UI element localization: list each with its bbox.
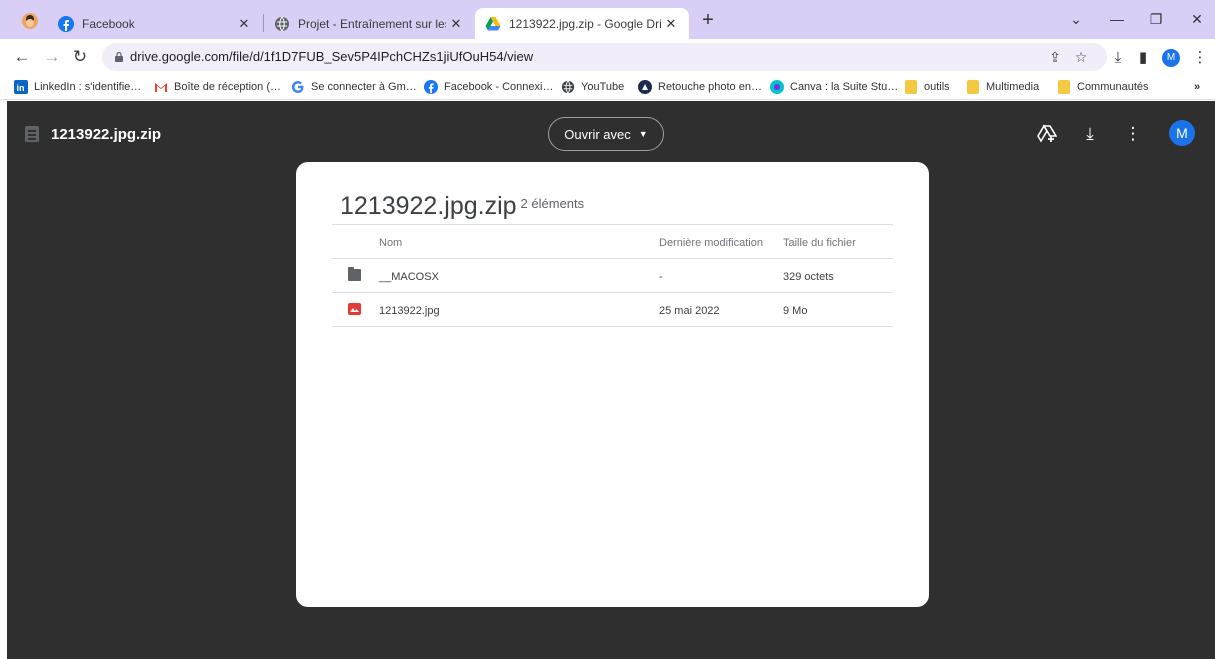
forward-arrow-icon[interactable]: →	[42, 47, 62, 67]
bookmark-label: LinkedIn : s'identifie…	[34, 81, 142, 93]
linkedin-icon: in	[14, 80, 28, 94]
add-to-drive-icon[interactable]	[1036, 123, 1058, 145]
profile-avatar[interactable]: M	[1162, 49, 1180, 67]
bookmark-folder-multimedia[interactable]: Multimedia	[966, 79, 1039, 95]
open-with-button[interactable]: Ouvrir avec ▼	[548, 117, 664, 151]
share-icon[interactable]: ⇪	[1046, 48, 1064, 66]
file-size: 329 octets	[783, 271, 834, 283]
drive-viewer: 1213922.jpg.zip Ouvrir avec ▼ ⤓ ⋮ M 1213…	[7, 101, 1215, 659]
tab-strip: Facebook ✕ Projet - Entraînement sur les…	[0, 0, 1215, 39]
archive-preview-card: 1213922.jpg.zip 2 éléments Nom Dernière m…	[296, 162, 929, 607]
archive-file-icon	[25, 126, 39, 142]
column-header-name: Nom	[379, 237, 403, 249]
svg-text:in: in	[17, 83, 25, 93]
tab-title: Facebook	[82, 16, 135, 31]
folder-icon	[1057, 80, 1071, 94]
downloads-icon[interactable]: ⤓	[1108, 48, 1128, 68]
browser-toolbar: ← → ↻ drive.google.com/file/d/1f1D7FUB_S…	[0, 39, 1215, 74]
tab-title: 1213922.jpg.zip - Google Drive	[509, 16, 661, 31]
globe-icon	[274, 16, 290, 32]
user-avatar[interactable]: M	[1169, 120, 1195, 146]
profile-avatar-icon[interactable]	[20, 11, 40, 31]
bookmark-photo-editor[interactable]: Retouche photo en…	[638, 79, 762, 95]
lock-icon	[115, 52, 123, 62]
bookmark-gmail[interactable]: Boîte de réception (…	[154, 79, 281, 95]
globe-icon	[561, 80, 575, 94]
bookmark-canva[interactable]: Canva : la Suite Stu…	[770, 79, 898, 95]
file-modified: -	[659, 271, 663, 283]
folder-icon	[904, 80, 918, 94]
image-file-icon	[348, 303, 361, 315]
table-row[interactable]: 1213922.jpg 25 mai 2022 9 Mo	[332, 293, 893, 327]
archive-title: 1213922.jpg.zip	[340, 192, 517, 220]
file-size: 9 Mo	[783, 305, 808, 317]
bookmark-facebook[interactable]: Facebook - Connexi…	[424, 79, 553, 95]
folder-icon	[966, 80, 980, 94]
archive-title-line: 1213922.jpg.zip 2 éléments	[340, 192, 584, 221]
gmail-icon	[154, 80, 168, 94]
file-modified: 25 mai 2022	[659, 305, 720, 317]
close-tab-icon[interactable]: ✕	[661, 16, 681, 32]
bookmark-folder-outils[interactable]: outils	[904, 79, 950, 95]
file-name: 1213922.jpg	[379, 305, 440, 317]
close-tab-icon[interactable]: ✕	[446, 16, 466, 32]
file-title: 1213922.jpg.zip	[51, 126, 162, 143]
bookmark-label: Boîte de réception (…	[174, 81, 282, 93]
side-panel-icon[interactable]: ▮	[1133, 48, 1153, 68]
tab-projet[interactable]: Projet - Entraînement sur les bas… ✕	[264, 8, 474, 39]
folder-icon	[348, 267, 361, 281]
bookmark-label: Facebook - Connexi…	[444, 81, 554, 93]
table-row[interactable]: __MACOSX - 329 octets	[332, 259, 893, 293]
archive-item-count: 2 éléments	[520, 196, 585, 211]
google-icon	[291, 80, 305, 94]
file-name: __MACOSX	[379, 271, 439, 283]
address-bar[interactable]: drive.google.com/file/d/1f1D7FUB_Sev5P4I…	[102, 43, 1107, 71]
column-header-size: Taille du fichier	[783, 237, 856, 249]
bookmark-label: Se connecter à Gm…	[311, 81, 417, 93]
bookmark-youtube[interactable]: YouTube	[561, 79, 624, 95]
bookmark-label: Multimedia	[986, 81, 1040, 93]
canva-icon	[770, 80, 784, 94]
bookmark-label: Communautés	[1077, 81, 1149, 93]
bookmark-linkedin[interactable]: in LinkedIn : s'identifie…	[14, 79, 141, 95]
caret-down-icon: ▼	[638, 129, 648, 139]
bookmark-label: YouTube	[581, 81, 625, 93]
photo-editor-icon	[638, 80, 652, 94]
menu-kebab-icon[interactable]: ⋮	[1190, 48, 1210, 68]
bookmark-star-icon[interactable]: ☆	[1072, 48, 1090, 66]
tab-title: Projet - Entraînement sur les bas…	[298, 16, 446, 31]
bookmarks-bar: in LinkedIn : s'identifie… Boîte de réce…	[0, 74, 1215, 100]
tab-google-drive[interactable]: 1213922.jpg.zip - Google Drive ✕	[475, 8, 689, 39]
table-header: Nom Dernière modification Taille du fich…	[332, 224, 893, 259]
close-tab-icon[interactable]: ✕	[234, 16, 254, 32]
more-actions-icon[interactable]: ⋮	[1122, 123, 1144, 145]
tab-search-icon[interactable]: ⌄	[1062, 8, 1090, 30]
more-bookmarks-icon[interactable]: »	[1194, 79, 1200, 95]
back-arrow-icon[interactable]: ←	[12, 47, 32, 67]
archive-table: Nom Dernière modification Taille du fich…	[332, 224, 893, 327]
column-header-modified: Dernière modification	[659, 237, 763, 249]
restore-icon[interactable]: ❐	[1142, 8, 1170, 30]
facebook-icon	[424, 80, 438, 94]
bookmark-google[interactable]: Se connecter à Gm…	[291, 79, 417, 95]
bookmark-label: Retouche photo en…	[658, 81, 762, 93]
close-window-icon[interactable]: ✕	[1183, 8, 1211, 30]
new-tab-button[interactable]: +	[697, 9, 719, 31]
tab-facebook[interactable]: Facebook ✕	[48, 8, 262, 39]
bookmark-label: outils	[924, 81, 950, 93]
url-text: drive.google.com/file/d/1f1D7FUB_Sev5P4I…	[130, 49, 534, 64]
bookmark-folder-communautes[interactable]: Communautés	[1057, 79, 1149, 95]
open-with-label: Ouvrir avec	[564, 126, 631, 142]
bookmark-label: Canva : la Suite Stu…	[790, 81, 899, 93]
google-drive-icon	[485, 16, 501, 32]
download-icon[interactable]: ⤓	[1079, 123, 1101, 145]
minimize-icon[interactable]: —	[1103, 8, 1131, 30]
reload-icon[interactable]: ↻	[70, 47, 90, 67]
facebook-icon	[58, 15, 74, 32]
